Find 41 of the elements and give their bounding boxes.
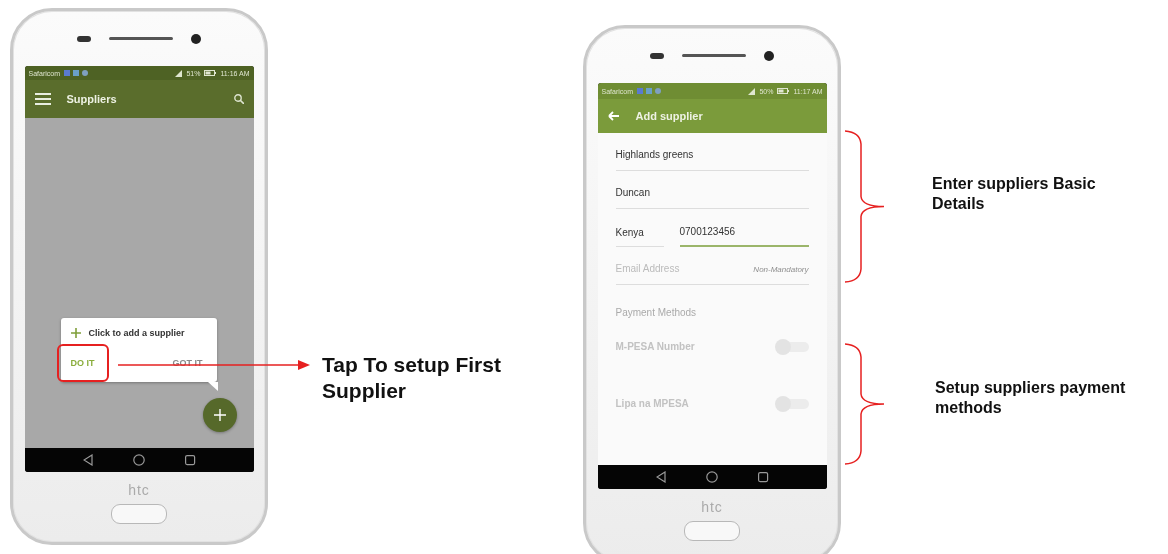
screen-title: Suppliers (66, 93, 117, 105)
phone-field[interactable]: 0700123456 (679, 226, 809, 247)
speaker-icon (682, 54, 746, 57)
country-field[interactable]: Kenya (615, 227, 664, 247)
plus-icon (213, 409, 226, 421)
search-icon[interactable] (233, 94, 244, 104)
home-icon[interactable] (132, 454, 145, 466)
signal-icon (748, 87, 756, 95)
section-label: Payment Methods (615, 307, 698, 318)
camera-icon (764, 50, 774, 61)
payment-method-label: Lipa na MPESA (615, 398, 689, 409)
email-placeholder: Email Address (615, 263, 680, 274)
signal-icon (175, 69, 183, 77)
battery-icon (777, 88, 790, 94)
back-arrow-icon[interactable] (607, 111, 620, 121)
notification-icon (64, 70, 88, 76)
field-hint: Non-Mandatory (753, 265, 809, 274)
back-icon[interactable] (82, 454, 93, 466)
tooltip-text: Click to add a supplier (88, 328, 185, 338)
home-icon[interactable] (705, 471, 718, 483)
notification-icon (637, 88, 661, 94)
recents-icon[interactable] (184, 454, 196, 466)
recents-icon[interactable] (757, 471, 769, 483)
add-button[interactable] (202, 398, 237, 432)
back-icon[interactable] (655, 471, 666, 483)
battery-icon (204, 70, 217, 76)
menu-icon[interactable] (34, 93, 51, 105)
sensor-icon (77, 35, 91, 42)
sensor-icon (650, 52, 664, 59)
brand-logo: htc (701, 499, 723, 515)
screen-title: Add supplier (635, 110, 703, 122)
text-field[interactable]: Highlands greens (615, 133, 809, 171)
camera-icon (191, 33, 201, 44)
speaker-icon (109, 37, 173, 40)
text-field[interactable]: Duncan (615, 171, 809, 209)
brand-logo: htc (128, 482, 150, 498)
annotation-text: Tap To setup First Supplier (322, 352, 502, 405)
annotation-text: Enter suppliers Basic Details (932, 174, 1097, 214)
plus-icon (70, 328, 81, 338)
payment-method-label: M-PESA Number (615, 341, 695, 352)
annotation-text: Setup suppliers payment methods (935, 378, 1127, 418)
